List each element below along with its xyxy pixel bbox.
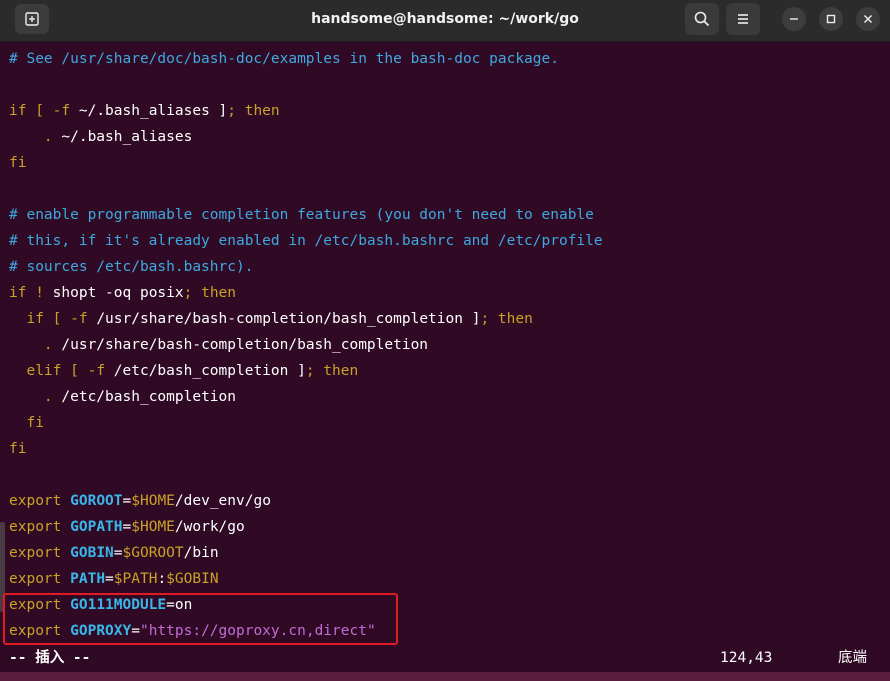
- editor-line[interactable]: fi: [9, 150, 26, 176]
- editor-line[interactable]: elif [ -f /etc/bash_completion ]; then: [9, 358, 358, 384]
- editor-line[interactable]: # enable programmable completion feature…: [9, 202, 594, 228]
- minimize-button[interactable]: [782, 7, 806, 31]
- scroll-position: 底端: [838, 650, 867, 666]
- title-bar[interactable]: handsome@handsome: ~/work/go: [0, 0, 890, 42]
- cursor-position: 124,43: [720, 650, 773, 666]
- editor-line[interactable]: fi: [9, 410, 43, 436]
- editor-line[interactable]: . ~/.bash_aliases: [9, 124, 192, 150]
- editor-line[interactable]: . /usr/share/bash-completion/bash_comple…: [9, 332, 428, 358]
- editor-line[interactable]: export GOPATH=$HOME/work/go: [9, 514, 245, 540]
- minimize-icon: [790, 18, 798, 20]
- maximize-button[interactable]: [819, 7, 843, 31]
- editor-line[interactable]: if [ -f ~/.bash_aliases ]; then: [9, 98, 280, 124]
- mode-indicator: -- 插入 --: [9, 650, 91, 666]
- vim-status-line: -- 插入 -- 124,43 底端: [0, 645, 890, 671]
- editor-line[interactable]: if [ -f /usr/share/bash-completion/bash_…: [9, 306, 532, 332]
- editor-line[interactable]: fi: [9, 436, 26, 462]
- editor-line[interactable]: # this, if it's already enabled in /etc/…: [9, 228, 603, 254]
- close-icon: [864, 15, 872, 23]
- search-icon: [694, 11, 710, 27]
- close-button[interactable]: [856, 7, 880, 31]
- editor-line[interactable]: export PATH=$PATH:$GOBIN: [9, 566, 219, 592]
- editor-line[interactable]: # See /usr/share/doc/bash-doc/examples i…: [9, 46, 559, 72]
- highlight-box: [3, 593, 398, 645]
- maximize-icon: [826, 14, 836, 24]
- search-button[interactable]: [685, 3, 719, 35]
- bottom-border: [0, 672, 890, 681]
- editor-line[interactable]: . /etc/bash_completion: [9, 384, 236, 410]
- hamburger-menu-icon: [738, 14, 748, 24]
- terminal-window: handsome@handsome: ~/work/go # See /usr/…: [0, 0, 890, 681]
- editor-line[interactable]: export GOROOT=$HOME/dev_env/go: [9, 488, 271, 514]
- editor-line[interactable]: # sources /etc/bash.bashrc).: [9, 254, 253, 280]
- editor-line[interactable]: export GOBIN=$GOROOT/bin: [9, 540, 219, 566]
- terminal-body[interactable]: # See /usr/share/doc/bash-doc/examples i…: [0, 42, 890, 681]
- editor-line[interactable]: if ! shopt -oq posix; then: [9, 280, 236, 306]
- menu-button[interactable]: [726, 3, 760, 35]
